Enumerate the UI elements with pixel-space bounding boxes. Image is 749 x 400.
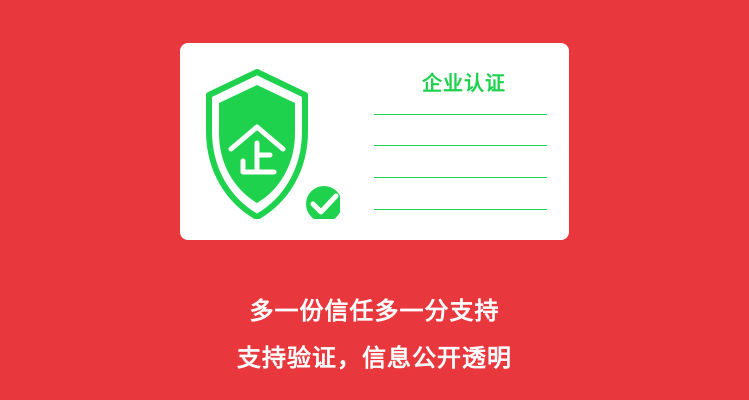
caption-line-2: 支持验证，信息公开透明	[237, 344, 512, 372]
divider-line	[374, 145, 547, 146]
divider-line	[374, 209, 547, 210]
card-title: 企业认证	[422, 71, 506, 95]
divider-line	[374, 114, 547, 115]
certification-card: 企业认证	[180, 43, 569, 240]
divider-line	[374, 177, 547, 178]
caption-line-1: 多一份信任多一分支持	[249, 297, 500, 325]
enterprise-shield-check-icon	[206, 69, 340, 219]
